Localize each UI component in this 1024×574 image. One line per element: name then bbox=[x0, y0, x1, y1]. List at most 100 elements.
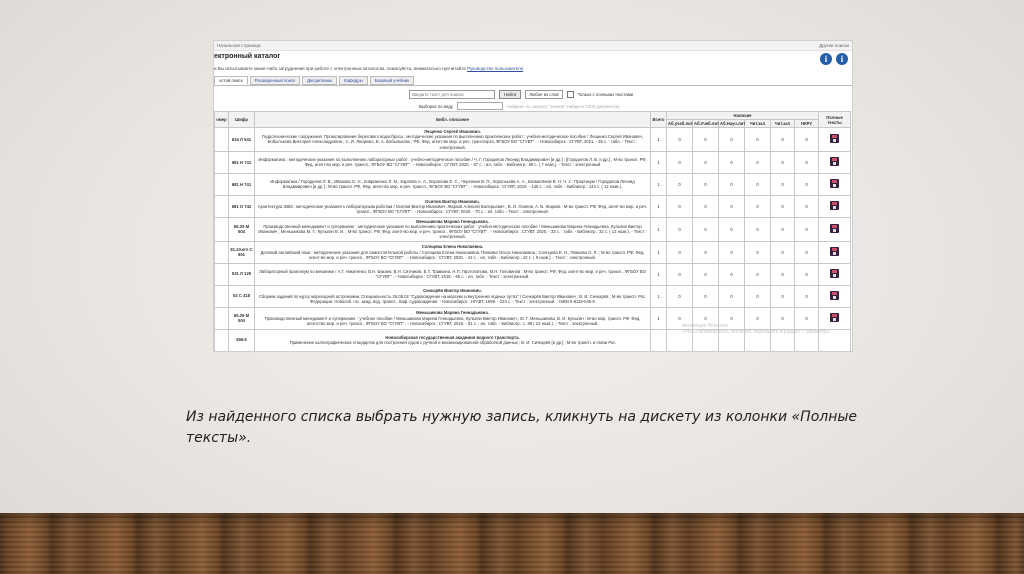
shelf-code: 81.2Англ С 601 bbox=[228, 240, 255, 264]
table-row[interactable]: 681 Н 741 Информатика / Городилов Л. В., … bbox=[214, 172, 852, 196]
floppy-disk-icon[interactable] bbox=[830, 291, 840, 301]
tab-divider bbox=[214, 85, 852, 86]
tab-advanced-search[interactable]: Расширенный поиск bbox=[249, 76, 301, 85]
row-number bbox=[214, 194, 229, 218]
availability-count: 0 bbox=[666, 172, 693, 196]
availability-count: 0 bbox=[718, 216, 745, 242]
total-count: 1 bbox=[650, 284, 667, 308]
availability-count: 0 bbox=[770, 172, 795, 196]
type-filter: Выборка по виду Найдено по запросу "знан… bbox=[419, 102, 619, 110]
tab-base-textbook[interactable]: Базовый учебник bbox=[369, 76, 415, 85]
floppy-disk-icon[interactable] bbox=[830, 134, 840, 144]
availability-count: 0 bbox=[744, 172, 771, 196]
availability-count: 0 bbox=[692, 240, 719, 264]
availability-count: 0 bbox=[793, 240, 820, 264]
availability-count: 0 bbox=[770, 150, 795, 174]
fulltext-cell bbox=[818, 262, 852, 286]
help-icon[interactable]: i bbox=[836, 53, 848, 65]
bib-text: Лабораторный практикум по механике / А.Г… bbox=[259, 268, 646, 280]
table-row[interactable]: 52 С 418 Сичкарёв Виктор Иванович. Сборник… bbox=[214, 284, 852, 308]
row-number bbox=[214, 262, 229, 286]
availability-count: 0 bbox=[718, 240, 745, 264]
row-number bbox=[214, 150, 229, 174]
results-table: омер Шифр Библ. описание Всего Наличие П… bbox=[214, 111, 852, 351]
table-row[interactable]: 681 Н 741 Информатика : методические указ… bbox=[214, 150, 852, 174]
search-input[interactable]: Введите текст для поиска bbox=[409, 90, 495, 99]
floppy-disk-icon[interactable] bbox=[830, 269, 840, 279]
floppy-disk-icon[interactable] bbox=[830, 179, 840, 189]
availability-count: 0 bbox=[793, 127, 820, 152]
availability-count: 0 bbox=[666, 150, 693, 174]
floppy-disk-icon[interactable] bbox=[830, 247, 840, 257]
availability-count: 0 bbox=[793, 172, 820, 196]
table-row[interactable]: 81.2Англ С 601 Солнцева Елена Николаевна.… bbox=[214, 240, 852, 264]
availability-count: 0 bbox=[770, 240, 795, 264]
find-button[interactable]: Найти bbox=[499, 90, 522, 99]
availability-count: 0 bbox=[692, 127, 719, 152]
type-filter-select[interactable] bbox=[457, 102, 504, 110]
availability-count: 0 bbox=[692, 284, 719, 308]
shelf-code: 656.6 bbox=[228, 328, 255, 351]
floppy-disk-icon[interactable] bbox=[830, 224, 840, 234]
availability-count: 0 bbox=[744, 240, 771, 264]
tab-departments[interactable]: Кафедры bbox=[339, 76, 368, 85]
availability-count: 0 bbox=[744, 262, 771, 286]
bib-description: Информатика : методические указания по в… bbox=[254, 150, 651, 174]
total-count: 1 bbox=[650, 194, 667, 218]
availability-count: 0 bbox=[666, 127, 693, 152]
floppy-disk-icon[interactable] bbox=[830, 201, 840, 211]
availability-count: 0 bbox=[718, 284, 745, 308]
row-number bbox=[214, 127, 229, 152]
table-row[interactable]: 681 О 742 Осипов Виктор Иванович. Архитект… bbox=[214, 194, 852, 218]
type-filter-label: Выборка по виду bbox=[419, 103, 454, 109]
table-row[interactable]: 624 Л 541 Лещенко Сергей Иванович. Гидроте… bbox=[214, 127, 852, 152]
table-row[interactable]: 531 Л 125 Лабораторный практикум по механ… bbox=[214, 262, 852, 286]
bib-description: Меньшикова Марина Геннадьевна. Производст… bbox=[254, 216, 651, 242]
availability-count: 0 bbox=[666, 194, 693, 218]
shelf-code: 624 Л 541 bbox=[228, 127, 255, 152]
info-icon[interactable]: i bbox=[820, 53, 832, 65]
bib-text: Деловой английский язык : методические у… bbox=[260, 249, 645, 260]
col-sub-4: Чит.зал bbox=[744, 119, 771, 128]
fulltext-cell bbox=[818, 172, 852, 196]
availability-count: 0 bbox=[718, 194, 745, 218]
home-page-link[interactable]: Начальная страница bbox=[217, 43, 261, 48]
availability-count: 0 bbox=[744, 150, 771, 174]
search-bar: Введите текст для поиска Найти Любое из … bbox=[409, 90, 633, 99]
other-search-link[interactable]: Другие поиски bbox=[819, 43, 849, 48]
tab-simple-search[interactable]: остой поиск bbox=[214, 76, 248, 85]
shelf-code: 65.29 М 504 bbox=[228, 306, 255, 330]
browser-top-bar: Начальная страница Другие поиски bbox=[214, 41, 852, 51]
total-count: 1 bbox=[650, 172, 667, 196]
availability-count: 0 bbox=[718, 150, 745, 174]
notice-text: и Вы испытываете какие-либо затруднения … bbox=[214, 66, 466, 71]
bib-description: Лещенко Сергей Иванович. Гидротехнические… bbox=[254, 127, 651, 152]
table-row[interactable]: 65.29 М 504 Меньшикова Марина Геннадьевна… bbox=[214, 216, 852, 242]
col-sub-1: Аб.учеб.лит bbox=[666, 119, 693, 128]
user-guide-link[interactable]: Руководство пользователя bbox=[467, 66, 523, 71]
availability-count: 0 bbox=[793, 194, 820, 218]
fulltext-cell bbox=[818, 284, 852, 308]
row-number bbox=[214, 306, 229, 330]
total-count: 1 bbox=[650, 306, 667, 330]
fulltext-checkbox[interactable] bbox=[566, 91, 574, 98]
col-sub-6: НКРУ bbox=[793, 119, 820, 128]
total-count: 1 bbox=[650, 127, 667, 152]
tab-disciplines[interactable]: Дисциплины bbox=[302, 76, 338, 85]
shelf-code: 681 О 742 bbox=[228, 194, 255, 218]
search-mode-select[interactable]: Любое из слов bbox=[525, 90, 563, 99]
row-number bbox=[214, 172, 229, 196]
windows-watermark: Активация Windows Чтобы активировать Win… bbox=[682, 323, 833, 335]
search-tabs: остой поиск Расширенный поиск Дисциплины… bbox=[214, 76, 415, 85]
availability-count: 0 bbox=[692, 150, 719, 174]
shelf-code: 65.29 М 504 bbox=[228, 216, 255, 242]
availability-count: 0 bbox=[666, 262, 693, 286]
availability-count: 0 bbox=[718, 262, 745, 286]
availability-count: 0 bbox=[718, 172, 745, 196]
fulltext-cell bbox=[818, 194, 852, 218]
floppy-disk-icon[interactable] bbox=[830, 313, 840, 323]
availability-count: 0 bbox=[770, 194, 795, 218]
availability-count: 0 bbox=[692, 216, 719, 242]
availability-count: 0 bbox=[692, 172, 719, 196]
floppy-disk-icon[interactable] bbox=[830, 157, 840, 167]
